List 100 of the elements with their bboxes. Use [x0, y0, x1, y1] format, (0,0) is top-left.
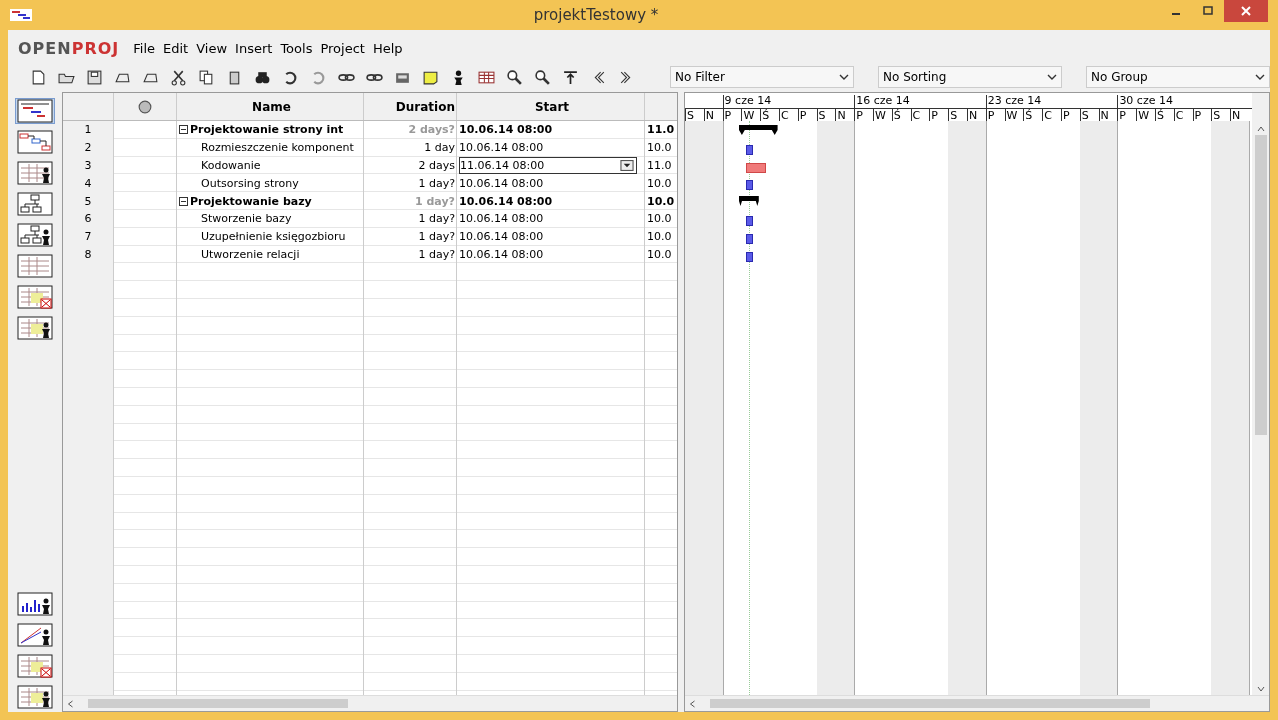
close-button[interactable] [1224, 0, 1268, 22]
maximize-icon[interactable] [1203, 6, 1213, 16]
task-name: Rozmieszczenie komponent [201, 141, 354, 155]
task-name: Outsorsing strony [201, 176, 299, 190]
duration-cell: 2 days [418, 159, 455, 172]
copy-icon[interactable] [198, 68, 215, 86]
start-cell: 10.06.14 08:00 [459, 141, 544, 155]
task-usage-view-button[interactable] [15, 284, 55, 310]
horizontal-scrollbar[interactable] [685, 695, 1269, 711]
menu-item[interactable]: Insert [235, 40, 273, 56]
new-icon[interactable] [30, 68, 47, 86]
zoom-out-icon[interactable] [534, 68, 551, 86]
dropdown[interactable]: No Filter [670, 66, 854, 88]
scroll-left-icon[interactable] [67, 699, 74, 708]
collapse-icon[interactable] [179, 196, 188, 206]
start-cell: 10.06.14 08:00 [459, 247, 544, 261]
task-name: Kodowanie [201, 159, 261, 172]
rbs-view-button[interactable] [15, 222, 55, 248]
network-view-button[interactable] [15, 129, 55, 155]
column-header[interactable]: Name [177, 93, 364, 120]
indicator-icon [138, 99, 152, 114]
resource-usage-view-button[interactable] [15, 315, 55, 341]
week-label: 9 cze 14 [722, 95, 855, 108]
column-header[interactable]: Duration [364, 93, 457, 120]
horizontal-scrollbar[interactable] [63, 695, 677, 711]
chevron-down-icon [1255, 74, 1265, 80]
dropdown[interactable]: No Sorting [878, 66, 1062, 88]
week-label: 30 cze 14 [1117, 95, 1249, 108]
task-name: Utworzenie relacji [201, 247, 300, 261]
task-name: Projektowanie strony int [190, 123, 344, 137]
collapse-icon[interactable] [179, 125, 188, 135]
resource-sheet-view-button[interactable] [15, 160, 55, 186]
duration-cell: 2 days? [408, 123, 455, 137]
task-bar[interactable] [746, 144, 754, 155]
row-number: 5 [83, 193, 93, 210]
finish-cell: 10.0 [647, 230, 672, 244]
zoom-in-icon[interactable] [506, 68, 523, 86]
row-number: 7 [83, 229, 93, 246]
date-field[interactable]: 11.06.14 08:00 [459, 157, 637, 174]
scroll-left-icon[interactable] [689, 699, 696, 708]
save-icon[interactable] [86, 68, 103, 86]
sheet-view-button[interactable] [15, 253, 55, 279]
task-bar[interactable] [746, 162, 767, 173]
menu-item[interactable]: Project [320, 40, 365, 56]
chevron-down-icon [839, 74, 849, 80]
openproj-logo: OPENPROJ [18, 38, 120, 58]
duration-cell: 1 day? [415, 194, 455, 208]
histogram-view-button[interactable] [15, 591, 55, 617]
menu-item[interactable]: Help [372, 40, 403, 56]
start-cell: 10.06.14 08:00 [459, 194, 553, 208]
app-icon [10, 9, 32, 21]
task-name: Uzupełnienie księgozbioru [201, 230, 346, 244]
finish-cell: 10.0 [647, 212, 672, 226]
row-number: 4 [83, 175, 93, 192]
gantt-view-button[interactable] [15, 98, 55, 124]
task-bar[interactable] [746, 216, 754, 226]
wbs-view-button[interactable] [15, 191, 55, 217]
close-icon [1241, 6, 1251, 16]
summary-bar[interactable] [739, 125, 778, 135]
finish-cell: 10.0 [647, 194, 675, 208]
resource-usage-view-button[interactable] [15, 684, 55, 710]
week-label: 16 cze 14 [854, 95, 986, 108]
menu-item[interactable]: Tools [280, 40, 313, 56]
cut-icon[interactable] [170, 68, 187, 86]
row-number: 3 [83, 158, 93, 174]
vertical-scrollbar[interactable] [1252, 93, 1269, 695]
start-cell: 10.06.14 08:00 [459, 176, 544, 190]
row-number: 1 [83, 122, 93, 139]
finish-cell: 10.0 [647, 141, 672, 155]
chevron-down-icon [1047, 74, 1057, 80]
dropdown-icon[interactable] [620, 160, 634, 171]
start-cell: 10.06.14 08:00 [459, 123, 553, 137]
charts-view-button[interactable] [15, 622, 55, 648]
finish-cell: 10.0 [647, 176, 672, 190]
duration-cell: 1 day? [418, 212, 455, 226]
duration-cell: 1 day? [418, 247, 455, 261]
column-header[interactable]: Start [457, 93, 645, 120]
start-cell: 10.06.14 08:00 [459, 212, 544, 226]
window-title: projektTestowy * [532, 6, 660, 24]
week-label: 23 cze 14 [985, 95, 1118, 108]
scroll-down-icon[interactable] [1256, 686, 1265, 692]
scroll-up-icon[interactable] [1256, 126, 1265, 132]
task-name: Stworzenie bazy [201, 212, 292, 226]
duration-cell: 1 day? [418, 230, 455, 244]
dropdown[interactable]: No Group [1086, 66, 1270, 88]
menu-item[interactable]: Edit [163, 40, 189, 56]
task-bar[interactable] [746, 251, 754, 262]
task-usage-view-button[interactable] [15, 653, 55, 679]
task-bar[interactable] [746, 233, 754, 244]
menu-item[interactable]: File [133, 40, 156, 56]
row-number: 8 [83, 246, 93, 263]
finish-cell: 11.0 [647, 123, 675, 137]
summary-bar[interactable] [739, 196, 760, 207]
duration-cell: 1 day [424, 141, 455, 155]
duration-cell: 1 day? [418, 176, 455, 190]
task-bar[interactable] [746, 180, 754, 191]
menu-item[interactable]: View [196, 40, 228, 56]
finish-cell: 11.0 [647, 159, 672, 172]
row-number: 6 [83, 211, 93, 228]
start-cell: 10.06.14 08:00 [459, 230, 544, 244]
